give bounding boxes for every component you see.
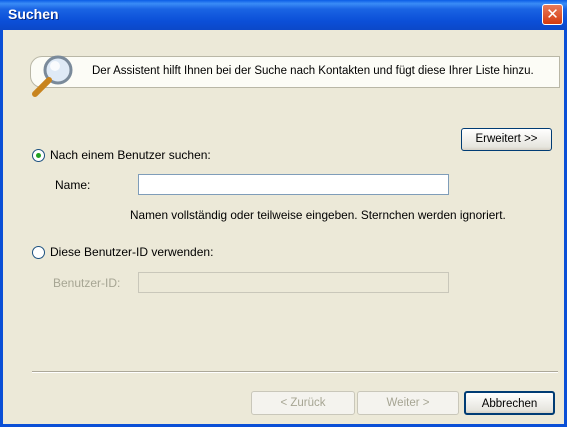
next-button[interactable]: Weiter > xyxy=(357,391,459,415)
magnifier-icon xyxy=(32,55,73,97)
footer-separator xyxy=(32,371,558,373)
search-by-user-radio[interactable] xyxy=(32,148,45,162)
advanced-button[interactable]: Erweitert >> xyxy=(461,128,552,151)
next-button-label: Weiter > xyxy=(386,397,430,409)
name-input[interactable] xyxy=(138,174,449,195)
use-user-id-radio[interactable] xyxy=(32,245,45,259)
use-user-id-option[interactable]: Diese Benutzer-ID verwenden: xyxy=(32,245,213,259)
search-by-user-label: Nach einem Benutzer suchen: xyxy=(50,148,211,162)
user-id-input[interactable] xyxy=(138,272,449,293)
info-banner: Der Assistent hilft Ihnen bei der Suche … xyxy=(30,44,560,106)
search-dialog: Suchen ✕ Der Assistent hilft Ihnen bei d… xyxy=(0,0,567,427)
window-title: Suchen xyxy=(8,6,59,22)
cancel-button-label: Abbrechen xyxy=(481,398,538,410)
use-user-id-label: Diese Benutzer-ID verwenden: xyxy=(50,245,214,259)
close-icon: ✕ xyxy=(546,5,559,23)
search-by-user-option[interactable]: Nach einem Benutzer suchen: xyxy=(32,148,211,162)
title-bar[interactable]: Suchen ✕ xyxy=(0,0,567,30)
cancel-button[interactable]: Abbrechen xyxy=(464,391,555,415)
advanced-button-label: Erweitert >> xyxy=(475,133,538,145)
back-button-label: < Zurück xyxy=(280,397,326,409)
name-label: Name: xyxy=(55,178,91,192)
banner-text: Der Assistent hilft Ihnen bei der Suche … xyxy=(92,65,534,77)
close-button[interactable]: ✕ xyxy=(542,4,563,25)
name-hint: Namen vollständig oder teilweise eingebe… xyxy=(130,208,506,222)
user-id-label: Benutzer-ID: xyxy=(53,276,121,290)
back-button[interactable]: < Zurück xyxy=(251,391,355,415)
